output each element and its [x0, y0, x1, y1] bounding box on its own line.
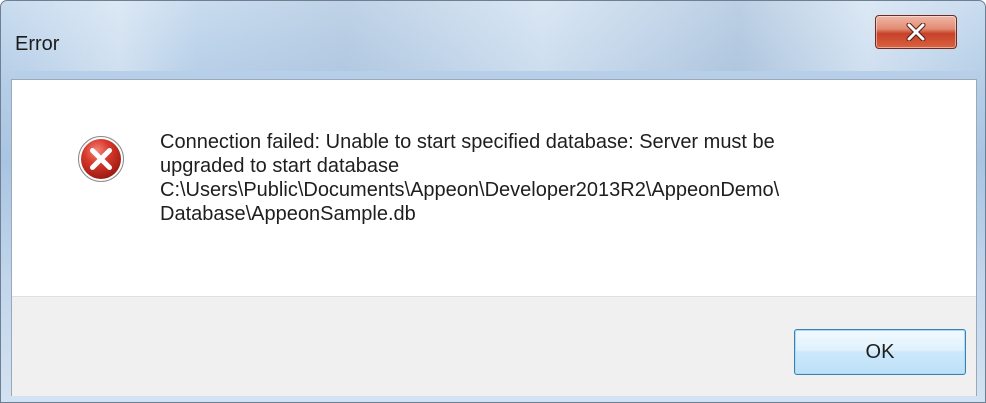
error-message: Connection failed: Unable to start speci… [160, 131, 780, 225]
button-bar: OK [12, 296, 976, 396]
message-area: Connection failed: Unable to start speci… [12, 80, 976, 296]
close-button[interactable] [875, 15, 957, 49]
close-x-icon [906, 23, 926, 41]
window-title: Error [15, 33, 60, 55]
ok-button[interactable]: OK [794, 329, 966, 375]
dialog-client-area: Connection failed: Unable to start speci… [11, 79, 977, 396]
error-dialog-window: Error Connection failed: Unable to start… [0, 0, 986, 403]
error-icon [77, 135, 125, 183]
title-bar[interactable]: Error [1, 1, 985, 79]
